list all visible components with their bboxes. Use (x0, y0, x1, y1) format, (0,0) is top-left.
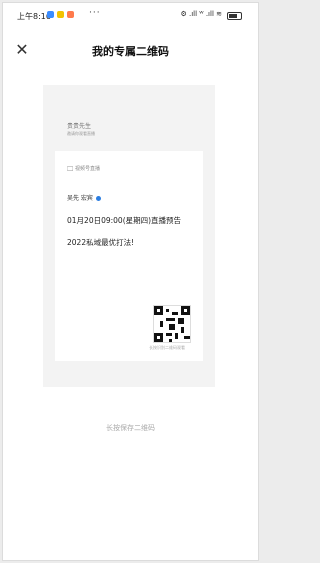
channel-category: 视频号直播 (66, 165, 101, 172)
author-name: 吴先 宏宾 (67, 195, 93, 202)
app-frame: 上午8:16 ··· ⚙ .ıll ᵂ .ıll ≋ ✕ 我的专属二维码 贵贵先… (2, 2, 259, 561)
author-row: 吴先 宏宾 (67, 193, 101, 202)
live-subline: 2022私域最优打法! (67, 238, 135, 247)
inviter-subtitle: 邀请你观看直播 (67, 131, 95, 136)
more-notifications-icon: ··· (89, 8, 101, 18)
app-notification-icon (67, 11, 74, 18)
nav-bar: ✕ 我的专属二维码 (3, 39, 258, 63)
poster-card[interactable]: 贵贵先生 邀请你观看直播 视频号直播 吴先 宏宾 01月20日09:00(星期四… (43, 85, 215, 387)
app-notification-icon (57, 11, 64, 18)
live-preview-card: 视频号直播 吴先 宏宾 01月20日09:00(星期四)直播预告 2022私域最… (55, 151, 203, 361)
app-notification-icon (47, 11, 54, 18)
video-channel-icon (66, 166, 74, 171)
battery-icon (227, 12, 242, 20)
channel-category-label: 视频号直播 (75, 166, 101, 172)
status-time: 上午8:16 (17, 12, 51, 21)
verified-icon (95, 196, 101, 201)
qr-code[interactable] (153, 305, 191, 343)
live-headline: 01月20日09:00(星期四)直播预告 (67, 216, 182, 225)
inviter-name: 贵贵先生 (67, 123, 92, 130)
page-title: 我的专属二维码 (92, 45, 169, 58)
save-qr-hint: 长按保存二维码 (106, 424, 155, 432)
signal-wifi-icons: ⚙ .ıll ᵂ .ıll ≋ (180, 10, 222, 18)
qr-code-icon (154, 306, 190, 342)
status-bar: 上午8:16 ··· ⚙ .ıll ᵂ .ıll ≋ (3, 3, 258, 29)
qr-caption: 长按识别二维码观看 (149, 345, 185, 350)
